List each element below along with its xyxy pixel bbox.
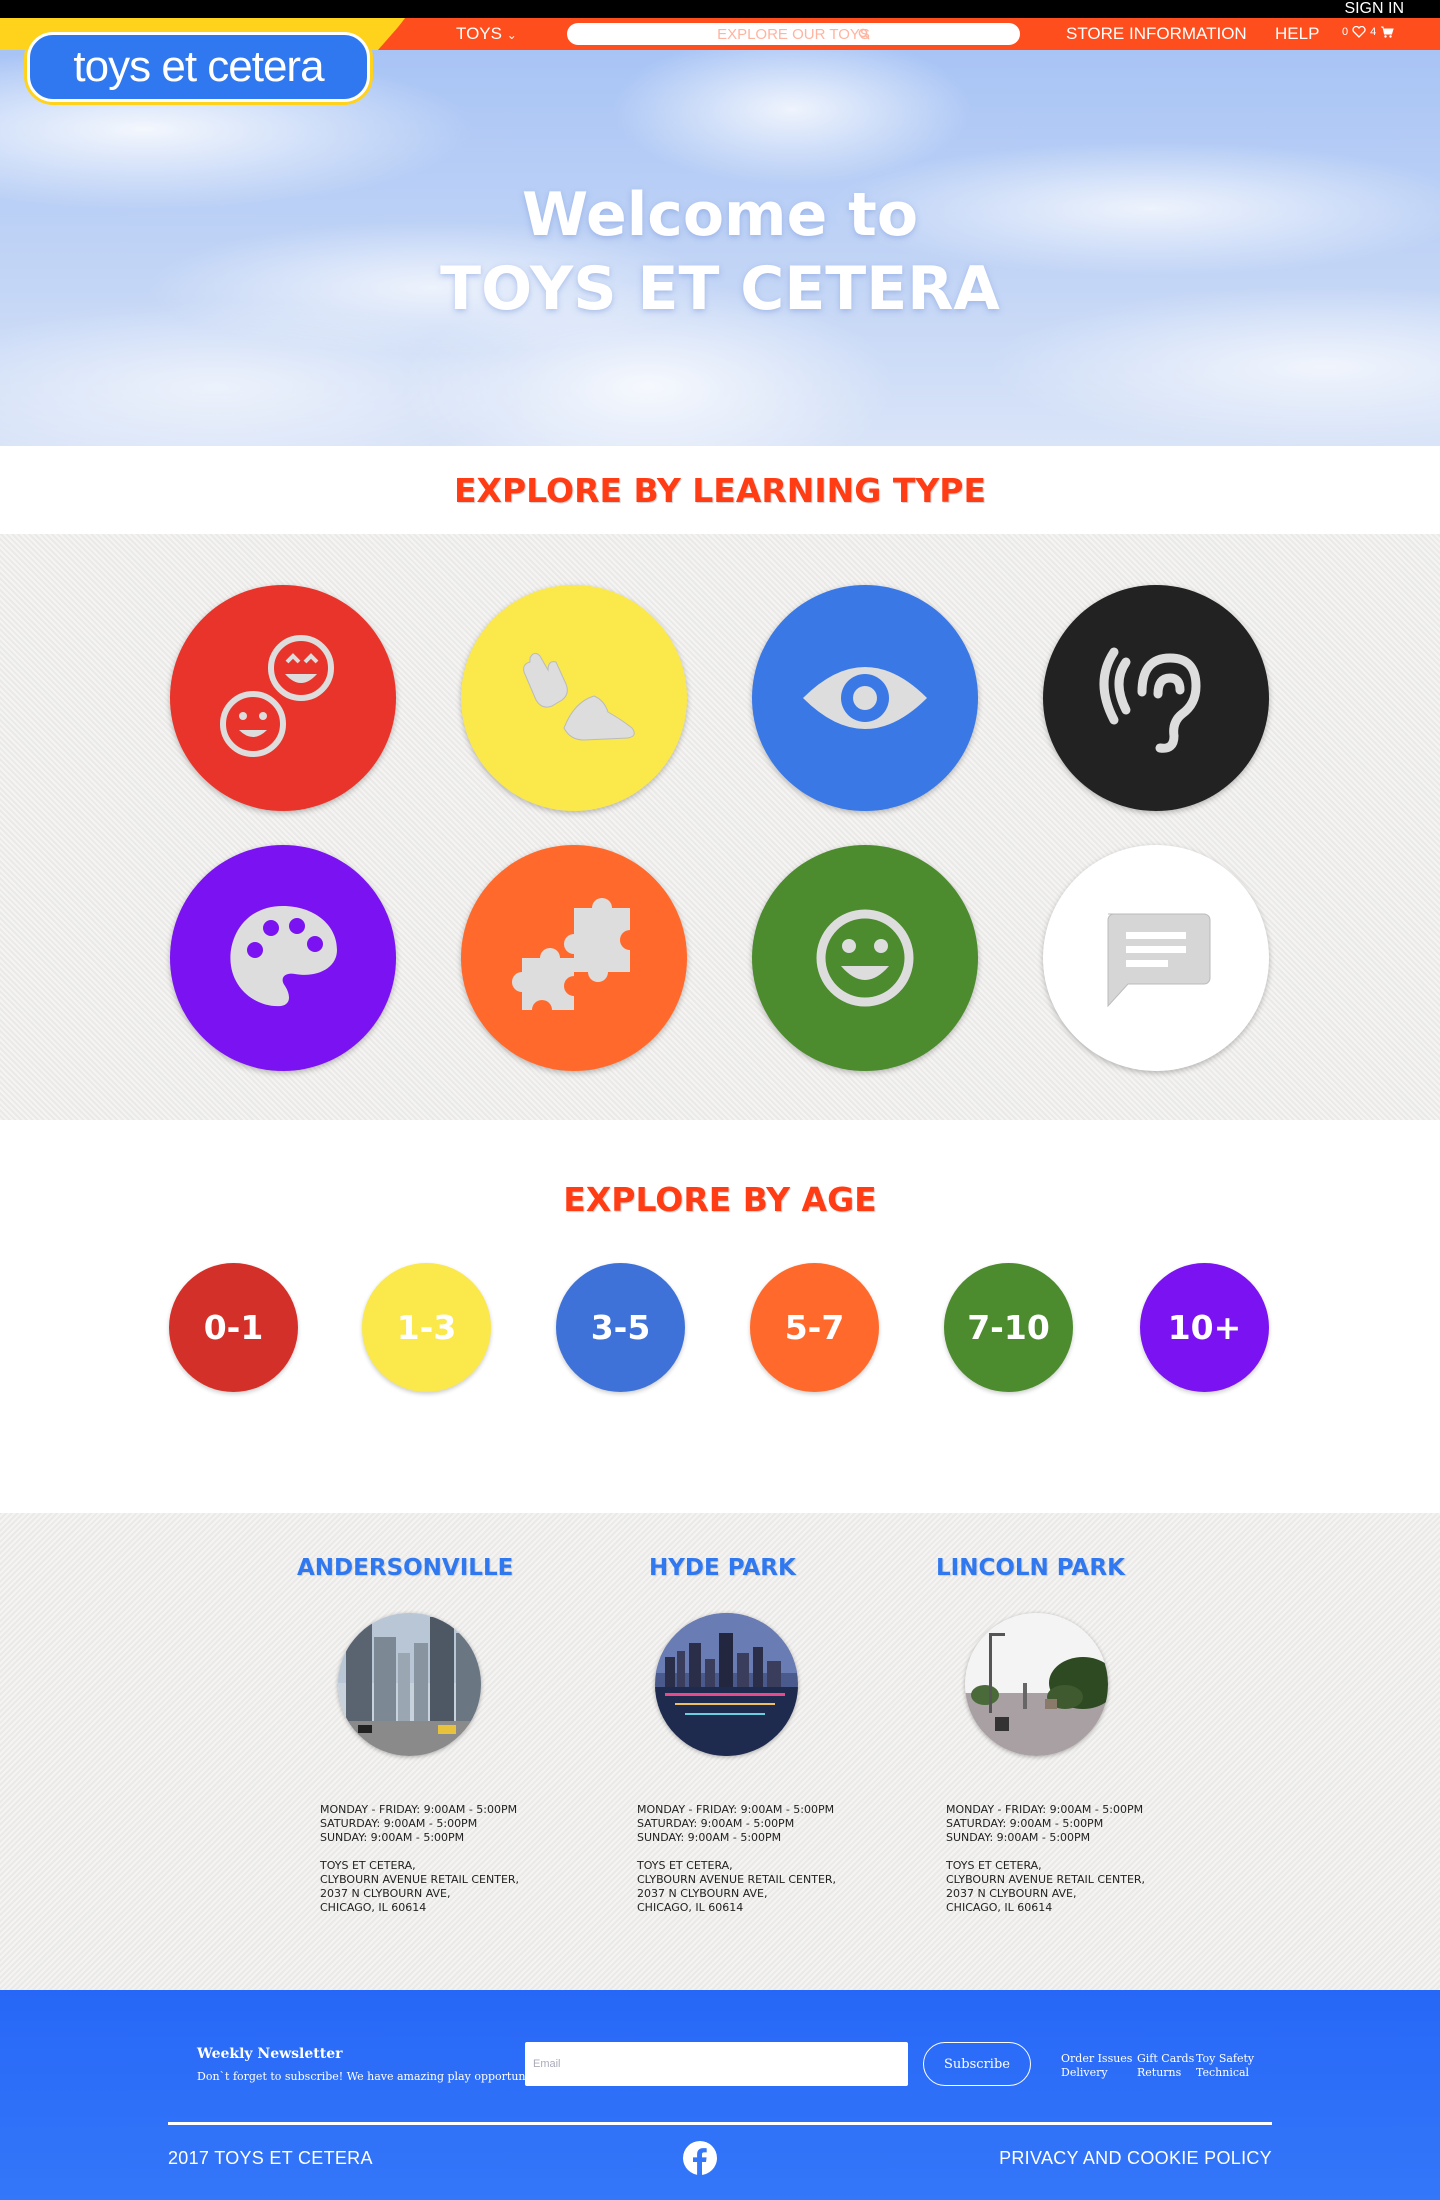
nav-help[interactable]: HELP	[1275, 24, 1319, 44]
age-7-10[interactable]: 7-10	[944, 1263, 1073, 1392]
learning-visual[interactable]	[752, 585, 978, 811]
footer-divider	[168, 2122, 1272, 2125]
subscribe-button[interactable]: Subscribe	[923, 2042, 1031, 2086]
sign-in-link[interactable]: SIGN IN	[1344, 0, 1404, 18]
hand-foot-icon	[523, 652, 635, 741]
learning-physical[interactable]	[461, 585, 687, 811]
search-icon[interactable]	[858, 23, 870, 47]
store-title-lincoln-park[interactable]: LINCOLN PARK	[936, 1555, 1125, 1581]
nav-icons: 0 4	[1342, 26, 1394, 38]
store-photo-andersonville	[338, 1613, 481, 1756]
learning-section-header: EXPLORE BY LEARNING TYPE	[0, 446, 1440, 534]
footer-links-col-2: Gift Cards Returns	[1137, 2052, 1194, 2080]
social-faces-icon	[220, 635, 334, 757]
delivery-link[interactable]: Delivery	[1061, 2066, 1132, 2080]
toy-safety-link[interactable]: Toy Safety	[1196, 2052, 1254, 2066]
learning-problem-solving[interactable]	[461, 845, 687, 1071]
learning-section-title: EXPLORE BY LEARNING TYPE	[454, 470, 986, 510]
learning-social[interactable]	[170, 585, 396, 811]
store-photo-lincoln-park	[965, 1613, 1108, 1756]
gift-cards-link[interactable]: Gift Cards	[1137, 2052, 1194, 2066]
search-input[interactable]	[567, 23, 1020, 45]
wishlist-count: 0	[1342, 26, 1349, 38]
hero-heading: Welcome to TOYS ET CETERA	[440, 180, 1000, 324]
returns-link[interactable]: Returns	[1137, 2066, 1194, 2080]
age-10-plus[interactable]: 10+	[1140, 1263, 1269, 1392]
newsletter-email-input[interactable]	[525, 2042, 908, 2086]
smiley-icon	[816, 909, 914, 1007]
footer-links-col-1: Order Issues Delivery	[1061, 2052, 1132, 2080]
chevron-down-icon: ⌄	[506, 28, 517, 42]
learning-type-grid	[0, 534, 1440, 1120]
site-logo[interactable]: toys et cetera	[27, 32, 370, 102]
eye-icon	[803, 667, 927, 729]
store-info-andersonville: MONDAY - FRIDAY: 9:00AM - 5:00PM SATURDA…	[320, 1803, 520, 1914]
store-title-hyde-park[interactable]: HYDE PARK	[649, 1555, 796, 1581]
facebook-icon[interactable]	[683, 2141, 717, 2175]
store-info-hyde-park: MONDAY - FRIDAY: 9:00AM - 5:00PM SATURDA…	[637, 1803, 837, 1914]
footer: Weekly Newsletter Don`t forget to subscr…	[0, 1990, 1440, 2200]
age-section-title: EXPLORE BY AGE	[563, 1180, 877, 1219]
learning-emotional[interactable]	[752, 845, 978, 1071]
copyright: 2017 TOYS ET CETERA	[168, 2148, 373, 2168]
footer-links-col-3: Toy Safety Technical	[1196, 2052, 1254, 2080]
hero-banner: Welcome to TOYS ET CETERA	[0, 50, 1440, 446]
store-title-andersonville[interactable]: ANDERSONVILLE	[297, 1555, 513, 1581]
store-info-lincoln-park: MONDAY - FRIDAY: 9:00AM - 5:00PM SATURDA…	[946, 1803, 1146, 1914]
ear-icon	[1099, 647, 1201, 753]
newsletter-subtitle: Don`t forget to subscribe! We have amazi…	[197, 2070, 554, 2083]
cart-icon[interactable]	[1380, 26, 1394, 38]
search-box[interactable]	[567, 23, 1020, 45]
store-locations: ANDERSONVILLE MONDAY - FRIDAY: 9:00AM - …	[0, 1513, 1440, 1990]
top-bar: SIGN IN	[0, 0, 1440, 18]
store-photo-hyde-park	[655, 1613, 798, 1756]
puzzle-icon	[512, 898, 630, 1010]
age-1-3[interactable]: 1-3	[362, 1263, 491, 1392]
order-issues-link[interactable]: Order Issues	[1061, 2052, 1132, 2066]
nav-store-information[interactable]: STORE INFORMATION	[1066, 24, 1247, 44]
heart-icon[interactable]	[1352, 26, 1366, 38]
age-0-1[interactable]: 0-1	[169, 1263, 298, 1392]
age-section: EXPLORE BY AGE 0-1 1-3 3-5 5-7 7-10 10+	[0, 1120, 1440, 1513]
learning-language[interactable]	[1043, 845, 1269, 1071]
speech-bubble-icon	[1107, 913, 1211, 1008]
newsletter-title: Weekly Newsletter	[197, 2046, 343, 2062]
privacy-policy-link[interactable]: PRIVACY AND COOKIE POLICY	[999, 2148, 1272, 2169]
age-5-7[interactable]: 5-7	[750, 1263, 879, 1392]
nav-toys-menu[interactable]: TOYS ⌄	[456, 24, 517, 45]
learning-creative[interactable]	[170, 845, 396, 1071]
technical-link[interactable]: Technical	[1196, 2066, 1254, 2080]
age-3-5[interactable]: 3-5	[556, 1263, 685, 1392]
learning-auditory[interactable]	[1043, 585, 1269, 811]
cart-count: 4	[1370, 26, 1377, 38]
palette-icon	[230, 906, 337, 1007]
